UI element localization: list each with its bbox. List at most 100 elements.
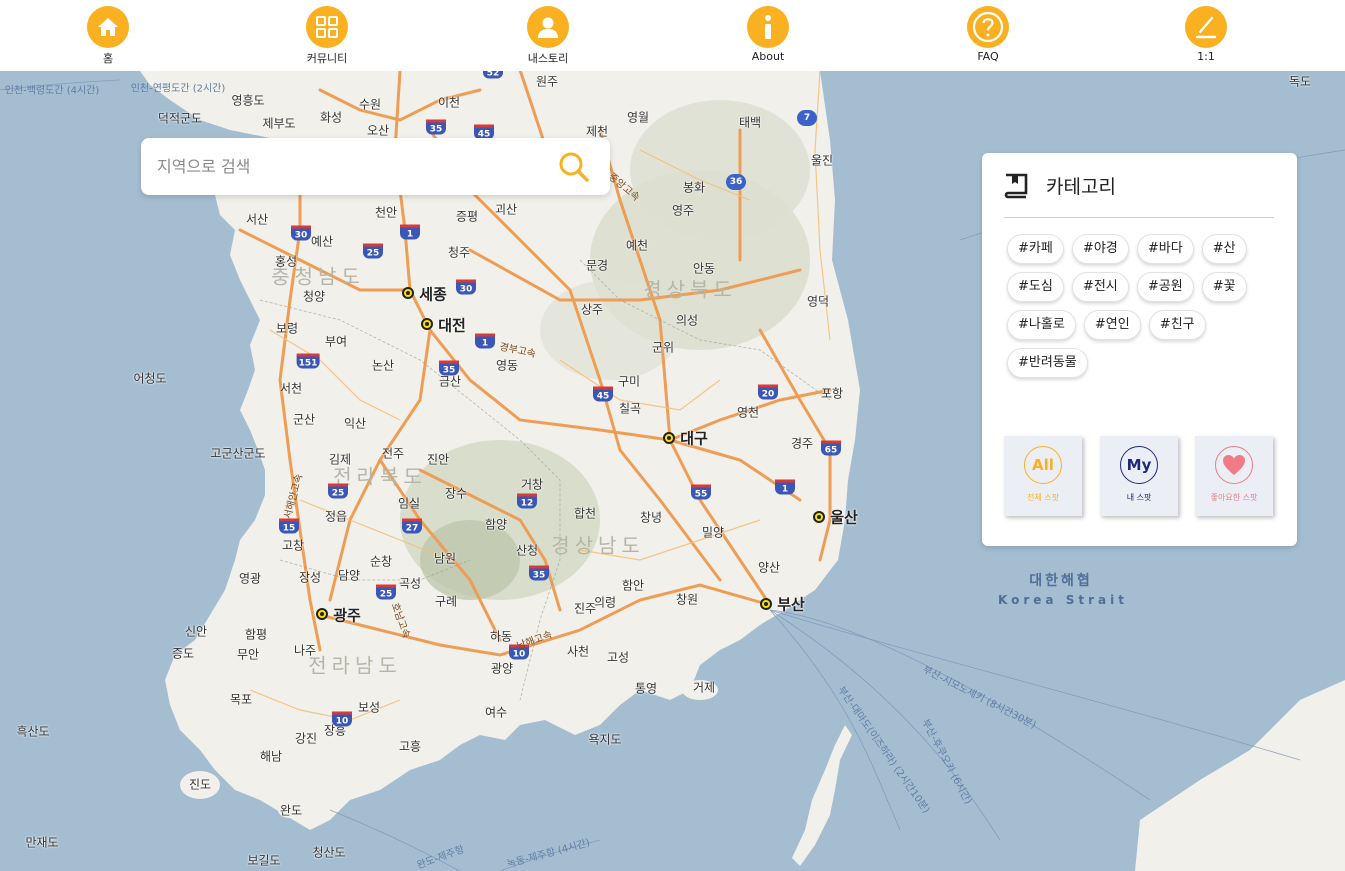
tag-exhibition[interactable]: #전시 <box>1071 272 1129 302</box>
city-label: 나주 <box>293 643 317 658</box>
search-button[interactable] <box>558 151 590 183</box>
city-marker-daejeon[interactable] <box>421 318 433 330</box>
city-label: 제천 <box>585 124 609 139</box>
city-label: 함평 <box>244 627 268 642</box>
city-label: 문경 <box>585 258 609 273</box>
city-label: 함안 <box>621 578 645 593</box>
city-label: 부산 <box>777 595 805 614</box>
city-label: 산청 <box>515 543 539 558</box>
nav-one-on-one[interactable]: 1:1 <box>1171 6 1241 63</box>
tag-couple[interactable]: #연인 <box>1083 310 1141 340</box>
city-label: 예산 <box>310 234 334 249</box>
city-label: 청산도 <box>312 845 346 860</box>
search-icon <box>559 152 589 182</box>
city-marker-sejong[interactable] <box>402 287 414 299</box>
tag-list: #카페 #야경 #바다 #산 #도심 #전시 #공원 #꽃 #나홀로 #연인 #… <box>1007 234 1272 386</box>
city-label: 포항 <box>820 386 844 401</box>
city-label: 양산 <box>757 560 781 575</box>
city-label: 진도 <box>188 777 212 792</box>
city-label: 담양 <box>337 568 361 583</box>
my-badge: My <box>1120 446 1158 484</box>
grid-icon <box>306 6 348 48</box>
city-label: 고흥 <box>398 739 422 754</box>
city-label: 보령 <box>275 321 299 336</box>
highway-shield: 15 <box>279 518 299 534</box>
category-panel: 카테고리 #카페 #야경 #바다 #산 #도심 #전시 #공원 #꽃 #나홀로 … <box>982 153 1297 546</box>
all-spots-button[interactable]: All 전체 스팟 <box>1004 436 1082 516</box>
city-label: 부여 <box>324 334 348 349</box>
all-badge: All <box>1024 446 1062 484</box>
city-label: 목포 <box>229 692 253 707</box>
city-label: 천안 <box>374 205 398 220</box>
tag-friends[interactable]: #친구 <box>1148 310 1206 340</box>
spot-label: 전체 스팟 <box>1027 493 1059 502</box>
highway-shield: 55 <box>691 484 711 500</box>
book-icon <box>1004 173 1028 199</box>
liked-spots-button[interactable]: 좋아요한 스팟 <box>1195 436 1273 516</box>
city-label: 홍성 <box>274 254 298 269</box>
tag-mountain[interactable]: #산 <box>1201 234 1247 264</box>
pencil-icon <box>1185 6 1227 48</box>
nav-about[interactable]: About <box>733 6 803 63</box>
nav-community[interactable]: 커뮤니티 <box>292 6 362 66</box>
city-label: 이천 <box>437 95 461 110</box>
japan-coast <box>1135 680 1345 871</box>
city-label: 곡성 <box>398 576 422 591</box>
highway-shield: 45 <box>593 386 613 402</box>
city-label: 서산 <box>245 212 269 227</box>
city-label: 영광 <box>238 571 262 586</box>
nav-label: 홈 <box>102 52 114 65</box>
tag-sea[interactable]: #바다 <box>1136 234 1194 264</box>
tag-night-view[interactable]: #야경 <box>1071 234 1129 264</box>
city-label: 영월 <box>626 110 650 125</box>
city-marker-ulsan[interactable] <box>813 511 825 523</box>
city-label: 청주 <box>447 245 471 260</box>
city-label: 보성 <box>357 700 381 715</box>
city-label: 합천 <box>573 506 597 521</box>
nav-my-story[interactable]: 내스토리 <box>513 6 583 66</box>
tag-flower[interactable]: #꽃 <box>1201 272 1247 302</box>
city-label: 거제 <box>692 680 716 695</box>
nav-home[interactable]: 홈 <box>73 6 143 66</box>
city-label: 구례 <box>434 594 458 609</box>
sea-label: 대한해협 <box>1029 573 1093 589</box>
city-label: 영천 <box>736 405 760 420</box>
highway-shield: 7 <box>797 110 817 126</box>
city-label: 증도 <box>171 646 195 661</box>
city-label: 영동 <box>495 358 519 373</box>
city-label: 의령 <box>593 595 617 610</box>
city-label: 대전 <box>438 316 466 335</box>
ferry-route-label: 인천-연평도간 (2시간) <box>130 83 226 95</box>
home-icon <box>87 6 129 48</box>
search-box <box>141 138 610 195</box>
city-label: 남원 <box>433 551 457 566</box>
city-label: 예천 <box>625 238 649 253</box>
nav-label: 1:1 <box>1197 50 1215 63</box>
city-label: 정읍 <box>324 509 348 524</box>
tag-cafe[interactable]: #카페 <box>1007 234 1064 264</box>
city-label: 완도 <box>279 803 303 818</box>
city-label: 김제 <box>328 452 352 467</box>
city-label: 군산 <box>292 412 316 427</box>
city-marker-gwangju[interactable] <box>316 608 328 620</box>
spot-label: 내 스팟 <box>1126 493 1152 502</box>
city-label: 울진 <box>810 153 834 168</box>
city-marker-daegu[interactable] <box>663 432 675 444</box>
city-label: 영흥도 <box>231 93 265 108</box>
city-label: 증평 <box>455 209 479 224</box>
highway-shield: 35 <box>439 360 459 376</box>
nav-faq[interactable]: FAQ <box>953 6 1023 63</box>
tag-park[interactable]: #공원 <box>1136 272 1194 302</box>
city-label: 봉화 <box>682 180 706 195</box>
tag-solo[interactable]: #나홀로 <box>1007 310 1076 340</box>
tag-pets[interactable]: #반려동물 <box>1007 348 1088 378</box>
top-navigation: 홈 커뮤니티 내스토리 About FAQ 1:1 <box>0 0 1345 71</box>
city-marker-busan[interactable] <box>760 598 772 610</box>
search-input[interactable] <box>157 150 547 182</box>
city-label: 고군산군도 <box>210 446 266 461</box>
city-label: 진주 <box>573 601 597 616</box>
city-label: 욕지도 <box>588 732 622 747</box>
tag-city[interactable]: #도심 <box>1007 272 1064 302</box>
my-spots-button[interactable]: My 내 스팟 <box>1100 436 1178 516</box>
city-label: 칠곡 <box>618 401 642 416</box>
